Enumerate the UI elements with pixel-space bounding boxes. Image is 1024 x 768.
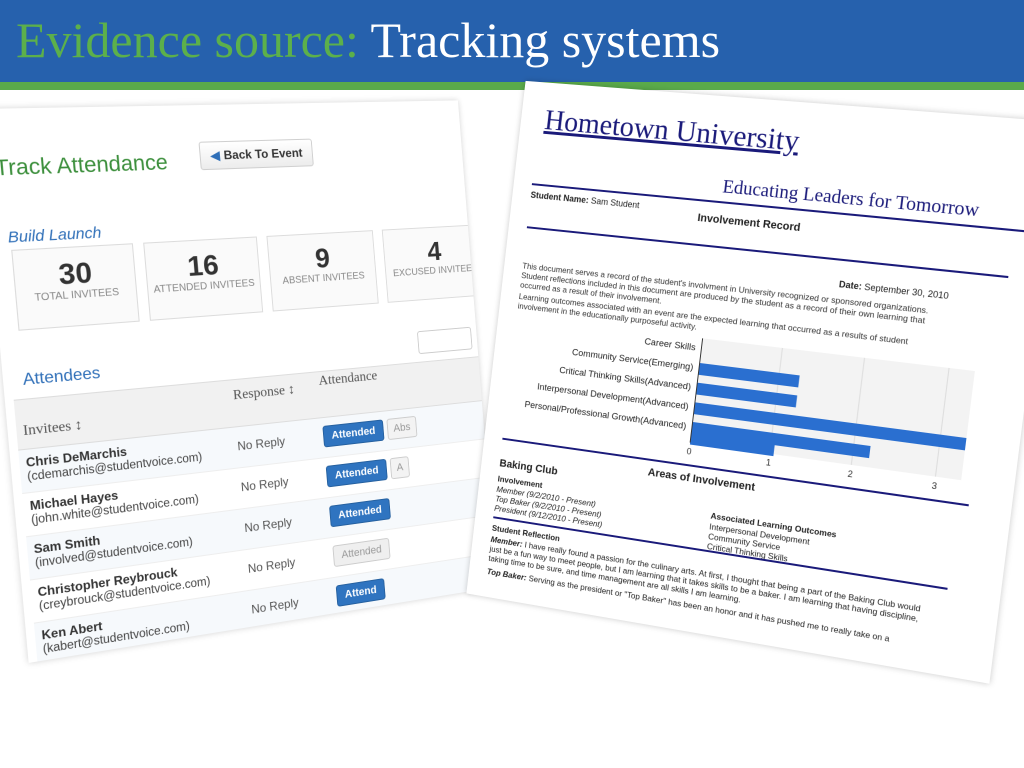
student-name-value: Sam Student	[590, 196, 640, 210]
involvement-record-document: Hometown University Educating Leaders fo…	[466, 81, 1024, 684]
response-value: No Reply	[240, 475, 289, 495]
chart-x-tick-label: 0	[686, 446, 692, 457]
attended-button[interactable]: Attended	[322, 419, 384, 447]
date-label: Date:	[838, 279, 862, 292]
absent-button[interactable]: Abs	[386, 416, 417, 440]
stat-attended-invitees: 16 ATTENDED INVITEES	[143, 236, 263, 320]
chart-x-tick-label: 3	[931, 480, 938, 491]
chart-x-tick-label: 2	[847, 468, 854, 479]
attended-button[interactable]: Attended	[326, 459, 388, 488]
reflection-top-label: Top Baker:	[487, 566, 528, 582]
attended-button[interactable]: Attended	[332, 538, 390, 567]
stat-total-invitees: 30 TOTAL INVITEES	[11, 243, 140, 331]
response-value: No Reply	[247, 555, 295, 576]
title-rest: Tracking systems	[371, 12, 721, 68]
attended-button[interactable]: Attend	[336, 578, 386, 607]
back-arrow-icon: ◀	[210, 148, 220, 162]
involvement-record-title: Involvement Record	[697, 212, 801, 234]
event-name[interactable]: Build Launch	[7, 224, 102, 247]
response-value: No Reply	[251, 595, 299, 616]
attendance-screenshot: Track Attendance ◀ Back To Event Build La…	[0, 100, 497, 663]
attendees-table: Invitees ↕ Response ↕ Attendance Chris D…	[14, 355, 497, 662]
response-value: No Reply	[237, 434, 286, 453]
stat-absent-invitees: 9 ABSENT INVITEES	[266, 230, 378, 311]
header-rule	[0, 82, 1024, 90]
absent-button[interactable]: A	[390, 456, 411, 479]
response-value: No Reply	[244, 515, 293, 535]
student-name-label: Student Name:	[530, 190, 589, 205]
back-to-event-button[interactable]: ◀ Back To Event	[198, 139, 313, 171]
attended-button[interactable]: Attended	[329, 498, 391, 527]
chart-x-tick-label: 1	[765, 457, 771, 468]
date-value: September 30, 2010	[864, 282, 950, 301]
university-name: Hometown University	[543, 104, 801, 159]
chart-category-label: Career Skills	[644, 336, 697, 352]
title-prefix: Evidence source:	[16, 12, 359, 68]
column-response[interactable]: Response ↕	[232, 382, 295, 404]
stat-excused-invitees: 4 EXCUSED INVITEES	[382, 224, 487, 303]
attendee-search-input[interactable]	[417, 327, 473, 354]
slide-title: Evidence source: Tracking systems	[16, 10, 720, 70]
back-to-event-label: Back To Event	[223, 146, 303, 162]
column-invitees[interactable]: Invitees ↕	[22, 418, 83, 441]
column-attendance: Attendance	[318, 369, 378, 390]
slide-header: Evidence source: Tracking systems	[0, 0, 1024, 82]
attendees-heading: Attendees	[22, 364, 101, 390]
track-attendance-heading: Track Attendance	[0, 151, 169, 182]
